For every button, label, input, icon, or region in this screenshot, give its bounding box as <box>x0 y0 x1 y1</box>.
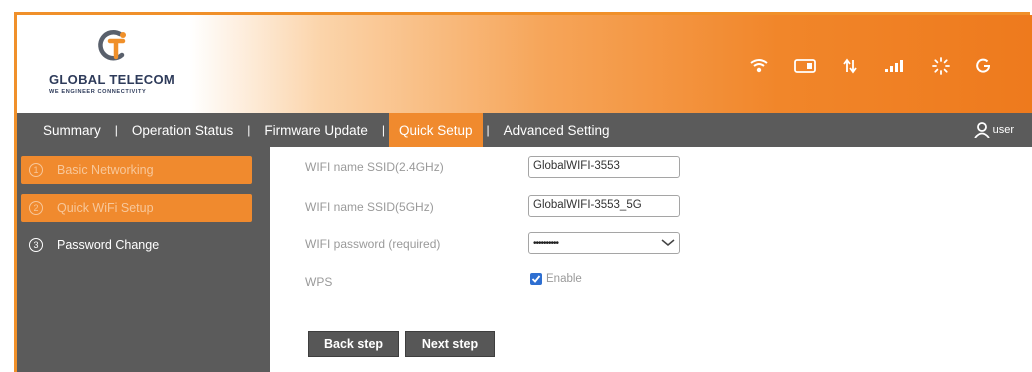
checkbox-checked-icon[interactable] <box>530 273 542 285</box>
nav-summary[interactable]: Summary <box>33 113 111 147</box>
power-icon[interactable] <box>976 58 992 74</box>
router-admin-page: GLOBAL TELECOM WE ENGINEER CONNECTIVITY <box>0 0 1032 372</box>
nav-separator: | <box>114 123 118 137</box>
nav-operation-status[interactable]: Operation Status <box>122 113 243 147</box>
sidebar-item-basic-networking[interactable]: 1 Basic Networking <box>21 156 252 184</box>
signal-strength-icon[interactable] <box>884 59 906 73</box>
password-input[interactable]: •••••••••• <box>528 232 680 254</box>
header: GLOBAL TELECOM WE ENGINEER CONNECTIVITY <box>17 15 1032 113</box>
brand-name: GLOBAL TELECOM <box>49 72 176 87</box>
nav-separator: | <box>381 123 385 137</box>
brand-logo: GLOBAL TELECOM WE ENGINEER CONNECTIVITY <box>49 27 199 107</box>
data-transfer-icon[interactable] <box>842 58 858 74</box>
wps-label: WPS <box>305 275 333 289</box>
nav-separator: | <box>486 123 490 137</box>
back-step-button[interactable]: Back step <box>308 331 399 357</box>
password-value: •••••••••• <box>533 237 559 249</box>
ssid-24-input[interactable]: GlobalWIFI-3553 <box>528 156 680 178</box>
status-icons <box>750 55 992 77</box>
chevron-down-icon[interactable] <box>661 239 675 247</box>
step-number-badge: 3 <box>29 238 43 252</box>
step-number-badge: 1 <box>29 163 43 177</box>
quick-wifi-setup-form: WIFI name SSID(2.4GHz) GlobalWIFI-3553 W… <box>270 147 1032 372</box>
logo-mark-icon <box>98 30 126 61</box>
user-menu[interactable]: user <box>973 113 1014 147</box>
ssid-5-label: WIFI name SSID(5GHz) <box>305 200 434 214</box>
sidebar-item-label: Quick WiFi Setup <box>57 201 154 215</box>
sidebar-item-label: Password Change <box>57 238 160 252</box>
password-label: WIFI password (required) <box>305 237 441 251</box>
wps-enable-checkbox[interactable]: Enable <box>530 273 582 285</box>
ssid-5-input[interactable]: GlobalWIFI-3553_5G <box>528 195 680 217</box>
nav-firmware-update[interactable]: Firmware Update <box>254 113 378 147</box>
brand-tagline: WE ENGINEER CONNECTIVITY <box>49 89 147 95</box>
sidebar-item-quick-wifi-setup[interactable]: 2 Quick WiFi Setup <box>21 194 252 222</box>
step-number-badge: 2 <box>29 201 43 215</box>
nav-advanced-setting[interactable]: Advanced Setting <box>494 113 620 147</box>
main-nav: Summary | Operation Status | Firmware Up… <box>17 113 1032 147</box>
ssid-24-label: WIFI name SSID(2.4GHz) <box>305 160 444 174</box>
sidebar-item-label: Basic Networking <box>57 163 154 177</box>
user-icon <box>973 122 990 138</box>
nav-separator: | <box>247 123 251 137</box>
user-label: user <box>992 124 1014 136</box>
wifi-icon[interactable] <box>750 58 768 74</box>
nav-quick-setup[interactable]: Quick Setup <box>388 113 483 147</box>
sidebar: 1 Basic Networking 2 Quick WiFi Setup 3 … <box>17 147 270 372</box>
wps-enable-label: Enable <box>546 273 582 285</box>
sim-card-icon[interactable] <box>794 59 816 73</box>
sidebar-item-password-change[interactable]: 3 Password Change <box>21 231 252 259</box>
sun-icon[interactable] <box>932 57 950 75</box>
next-step-button[interactable]: Next step <box>405 331 495 357</box>
